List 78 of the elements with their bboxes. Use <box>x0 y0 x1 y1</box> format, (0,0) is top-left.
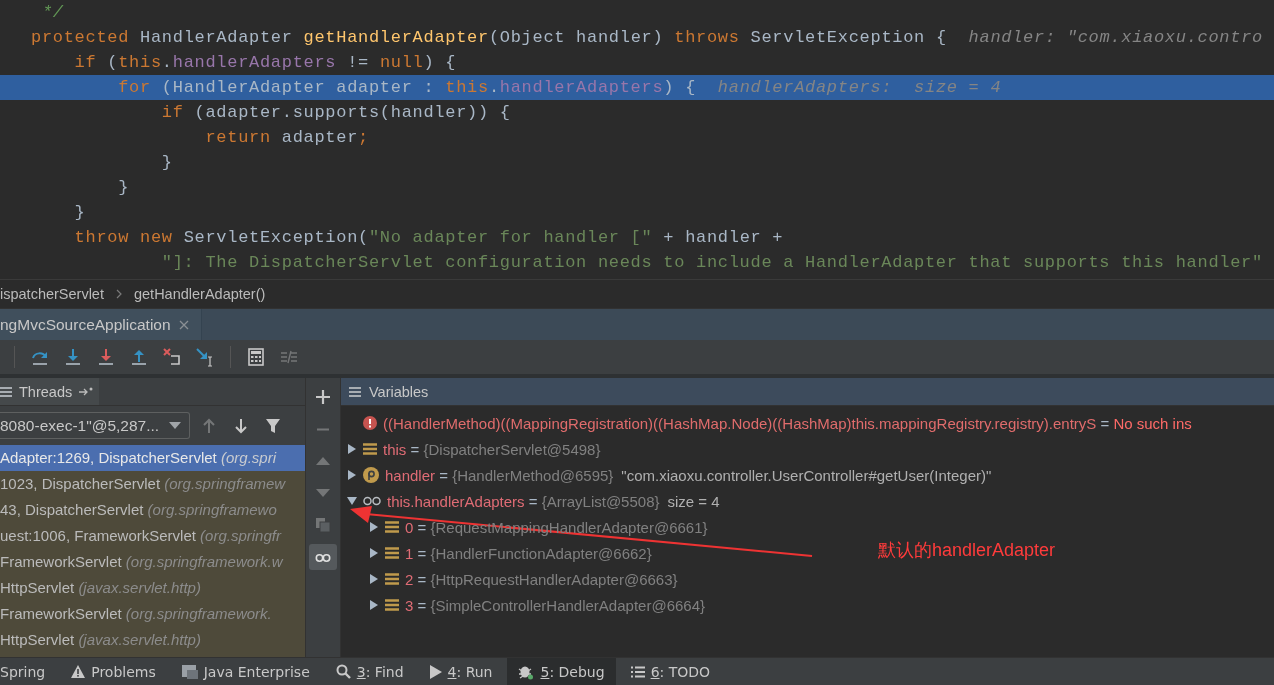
stack-frame[interactable]: uest:1006, FrameworkServlet (org.springfr <box>0 523 305 549</box>
session-tab[interactable]: ngMvcSourceApplication <box>0 309 202 340</box>
minus-icon <box>315 427 331 431</box>
force-step-into-icon <box>96 347 116 367</box>
evaluate-icon <box>246 347 266 367</box>
filter-icon <box>265 417 281 434</box>
error-icon <box>363 416 377 430</box>
code-line: throw new ServletException("No adapter for handler [" + handler + <box>73 227 785 249</box>
field-icon <box>363 443 377 455</box>
field-icon <box>385 547 399 559</box>
code-line: protected HandlerAdapter getHandlerAdapter(Object handler) throws ServletException { handler: "com.xiaoxu.contro <box>30 27 1264 49</box>
variable-entry[interactable]: 2 = {HttpRequestHandlerAdapter@6663} <box>405 570 678 588</box>
collapsed-arrow-icon[interactable] <box>369 574 379 584</box>
expanded-arrow-icon[interactable] <box>347 496 357 506</box>
code-line: } <box>117 177 131 199</box>
code-line: "]: The DispatcherServlet configuration needs to include a HandlerAdapter that supports this handler" <box>160 252 1264 274</box>
arrow-icon[interactable] <box>79 386 94 397</box>
code-line: */ <box>40 2 65 24</box>
tool-window-tab[interactable]: 4: Run <box>418 658 504 685</box>
code-line: } <box>73 202 87 224</box>
stack-frame[interactable]: HttpServlet (javax.servlet.http) <box>0 627 305 653</box>
tool-window-tab[interactable]: Problems <box>60 658 167 685</box>
field-icon <box>385 573 399 585</box>
tool-window-tab[interactable]: 3: Find <box>324 658 415 685</box>
variable-entry[interactable]: handler = {HandlerMethod@6595} "com.xiaoxu.controller.UserController#getUser(Integer)" <box>385 466 992 484</box>
chevron-icon <box>115 289 122 299</box>
variable-entry[interactable]: ((HandlerMethod)((MappingRegistration)((HashMap.Node)((HashMap)this.mappingRegistry.registry).entryS = No such ins <box>383 414 1192 432</box>
breadcrumb-item[interactable]: getHandlerAdapter() <box>133 286 266 302</box>
breadcrumb-item[interactable]: ispatcherServlet <box>0 286 104 302</box>
collapsed-arrow-icon[interactable] <box>369 548 379 558</box>
variable-entry[interactable]: this.handlerAdapters = {ArrayList@5508} size = 4 <box>387 492 720 510</box>
variable-entry[interactable]: this = {DispatcherServlet@5498} <box>383 440 601 458</box>
list-icon <box>0 385 12 398</box>
search-icon <box>335 664 351 679</box>
up-arrow-icon <box>201 417 217 434</box>
list-icon <box>349 385 361 398</box>
variable-entry[interactable]: 1 = {HandlerFunctionAdapter@6662} <box>405 544 652 562</box>
down-arrow-icon <box>233 417 249 434</box>
stack-frame[interactable]: 43, DispatcherServlet (org.springframewo <box>0 497 305 523</box>
annotation-text: 默认的handlerAdapter <box>878 539 1056 562</box>
drop-frame-icon <box>162 347 182 367</box>
collapsed-arrow-icon[interactable] <box>347 444 357 454</box>
code-line: if (adapter.supports(handler)) { <box>160 102 512 124</box>
parameter-icon <box>363 467 379 483</box>
code-line: return adapter; <box>204 127 370 149</box>
code-line: if (this.handlerAdapters != null) { <box>73 52 458 74</box>
field-icon <box>385 521 399 533</box>
tool-window-tab[interactable]: 5: Debug <box>507 658 616 685</box>
close-icon[interactable] <box>178 319 189 330</box>
step-into-icon <box>63 347 83 367</box>
copy-icon <box>315 517 331 533</box>
stack-frame[interactable]: FrameworkServlet (org.springframework.w <box>0 549 305 575</box>
window-icon <box>181 664 198 679</box>
collapsed-arrow-icon[interactable] <box>369 522 379 532</box>
tool-window-tab[interactable]: Java Enterprise <box>170 658 321 685</box>
threads-tab[interactable]: Threads <box>0 378 100 405</box>
variable-entry[interactable]: 3 = {SimpleControllerHandlerAdapter@6664} <box>405 596 705 614</box>
step-out-icon <box>129 347 149 367</box>
code-line: } <box>160 152 174 174</box>
tool-window-tab[interactable]: 6: TODO <box>619 658 722 685</box>
watch-icon <box>363 496 381 506</box>
tool-window-tab[interactable]: Spring <box>0 658 57 685</box>
stack-frame[interactable]: FrameworkServlet (org.springframework. <box>0 601 305 627</box>
list-icon <box>630 665 645 678</box>
field-icon <box>385 599 399 611</box>
run-to-cursor-icon <box>195 347 215 367</box>
thread-dropdown[interactable]: 8080-exec-1"@5,287... <box>0 412 190 439</box>
stack-frame[interactable]: 1023, DispatcherServlet (org.springframew <box>0 471 305 497</box>
stack-frame[interactable]: HttpServlet (javax.servlet.http) <box>0 575 305 601</box>
caret-icon <box>169 421 181 430</box>
collapsed-arrow-icon[interactable] <box>369 600 379 610</box>
stack-frame[interactable]: Adapter:1269, DispatcherServlet (org.spri <box>0 445 305 471</box>
plus-icon <box>315 389 331 405</box>
warning-icon <box>71 665 86 678</box>
panel-title: Variables <box>369 383 429 400</box>
watches-button[interactable] <box>309 544 337 570</box>
play-icon <box>429 664 442 679</box>
collapsed-arrow-icon[interactable] <box>347 470 357 480</box>
